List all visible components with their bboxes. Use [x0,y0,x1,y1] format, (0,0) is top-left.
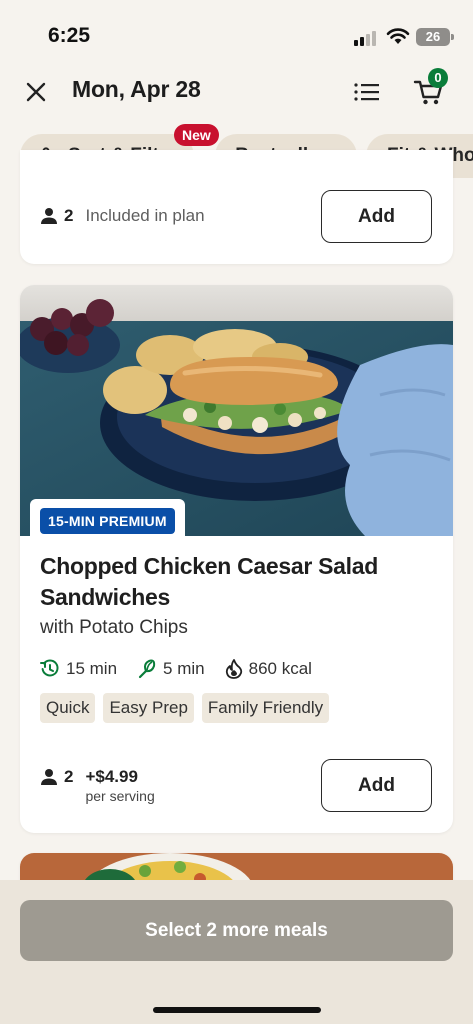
tag-quick: Quick [40,693,96,723]
add-button[interactable]: Add [321,759,432,812]
meal-card[interactable]: 15-MIN PREMIUM Chopped Chicken Caesar Sa… [20,285,453,833]
price-value: +$4.99 [85,767,138,786]
battery-icon: 26 [416,28,454,46]
new-badge: New [174,124,219,146]
home-indicator [153,1007,321,1013]
list-view-button[interactable] [352,78,382,106]
battery-level: 26 [425,29,441,44]
price-block: +$4.99 per serving [85,767,154,805]
servings-count: 2 [64,767,74,786]
person-icon [41,208,57,224]
flame-icon [225,659,242,679]
meal-stats: 15 min 5 min 860 kcal [40,659,332,679]
total-time-stat: 15 min [40,659,117,679]
total-time-value: 15 min [66,659,118,678]
price-unit: per serving [85,788,155,804]
cart-count-badge: 0 [428,68,448,88]
servings-price-info: 2 +$4.99 per serving [40,767,155,805]
prep-time-value: 5 min [163,659,205,678]
status-time: 6:25 [48,24,91,47]
status-bar: 6:25 26 [0,0,473,70]
wifi-icon [386,28,410,44]
add-button[interactable]: Add [321,190,432,243]
tag-easy-prep: Easy Prep [103,693,194,723]
list-icon [354,83,379,101]
premium-badge-container: 15-MIN PREMIUM [30,499,185,543]
prep-time-stat: 5 min [137,659,205,679]
meal-title: Chopped Chicken Caesar Salad Sandwiches [40,553,378,610]
calories-value: 860 kcal [248,659,312,678]
cellular-signal-icon [354,30,378,46]
footer-bar: Select 2 more meals [0,880,473,1024]
top-bar: Mon, Apr 28 [0,70,473,114]
premium-badge: 15-MIN PREMIUM [40,508,175,534]
included-status: Included in plan [85,206,205,225]
tag-family-friendly: Family Friendly [201,693,330,723]
meal-tags: Quick Easy Prep Family Friendly [40,693,337,723]
person-icon [41,769,57,785]
close-icon [26,82,46,102]
calories-stat: 860 kcal [225,659,312,679]
close-button[interactable] [22,78,50,106]
servings-info: 2 Included in plan [40,206,205,226]
meal-card-previous: 2 Included in plan Add [20,150,453,264]
meal-subtitle: with Potato Chips [40,617,188,638]
select-more-meals-button[interactable]: Select 2 more meals [20,900,453,961]
clock-icon [40,659,59,677]
page-title: Mon, Apr 28 [72,76,201,102]
servings-count: 2 [64,206,74,225]
whisk-icon [138,659,156,679]
